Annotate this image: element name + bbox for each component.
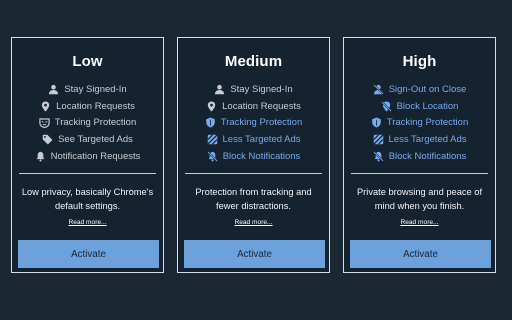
- feature-label: Stay Signed-In: [230, 83, 293, 95]
- tag-icon: [42, 134, 53, 145]
- feature-label: Location Requests: [222, 100, 301, 112]
- card-description: Low privacy, basically Chrome's default …: [21, 187, 154, 211]
- feature-item: Block Notifications: [344, 148, 495, 165]
- feature-label: Block Notifications: [222, 150, 301, 162]
- feature-label: Stay Signed-In: [64, 83, 127, 95]
- card-title: Medium: [224, 53, 283, 70]
- feature-label: Sign-Out on Close: [388, 83, 467, 95]
- user-icon: [48, 84, 59, 95]
- card-title: Low: [72, 53, 103, 70]
- feature-label: Tracking Protection: [54, 117, 137, 129]
- privacy-level-cards: Low Stay Signed-In Location Requests Tra…: [0, 0, 512, 320]
- feature-list: Stay Signed-In Location Requests Trackin…: [12, 81, 163, 164]
- shield-icon: [205, 117, 216, 128]
- card-high: High Sign-Out on Close Block Location Tr…: [343, 37, 496, 273]
- divider: [351, 173, 488, 174]
- card-low: Low Stay Signed-In Location Requests Tra…: [11, 37, 164, 273]
- card-title: High: [402, 53, 437, 70]
- card-description: Private browsing and peace of mind when …: [356, 187, 483, 211]
- card-medium: Medium Stay Signed-In Location Requests …: [177, 37, 330, 273]
- feature-item: Location Requests: [178, 98, 329, 115]
- location-pin-icon: [40, 101, 51, 112]
- feature-list: Sign-Out on Close Block Location Trackin…: [344, 81, 495, 164]
- read-more-link[interactable]: Read more...: [12, 219, 163, 226]
- feature-label: Tracking Protection: [386, 117, 469, 129]
- feature-item: Tracking Protection: [12, 114, 163, 131]
- activate-button-high[interactable]: Activate: [350, 240, 491, 268]
- location-slash-icon: [380, 100, 392, 112]
- feature-label: Location Requests: [56, 100, 135, 112]
- feature-item: Less Targeted Ads: [344, 131, 495, 148]
- user-slash-icon: [372, 84, 384, 95]
- feature-item: See Targeted Ads: [12, 131, 163, 148]
- feature-label: Block Notifications: [388, 150, 467, 162]
- divider: [19, 173, 156, 174]
- feature-item: Stay Signed-In: [178, 81, 329, 98]
- bell-icon: [35, 151, 46, 162]
- location-pin-icon: [206, 101, 217, 112]
- feature-item: Location Requests: [12, 98, 163, 115]
- feature-item: Tracking Protection: [178, 114, 329, 131]
- feature-item: Notification Requests: [12, 148, 163, 165]
- activate-button-medium[interactable]: Activate: [184, 240, 325, 268]
- feature-label: Less Targeted Ads: [388, 133, 467, 145]
- read-more-link[interactable]: Read more...: [178, 219, 329, 226]
- shield-icon: [371, 117, 382, 128]
- mask-icon: [39, 117, 50, 129]
- card-description: Protection from tracking and fewer distr…: [195, 187, 312, 211]
- striped-tag-icon: [206, 134, 218, 145]
- feature-item: Less Targeted Ads: [178, 131, 329, 148]
- feature-label: Notification Requests: [50, 150, 141, 162]
- feature-item: Tracking Protection: [344, 114, 495, 131]
- feature-label: Less Targeted Ads: [222, 133, 301, 145]
- feature-item: Block Notifications: [178, 148, 329, 165]
- user-icon: [214, 84, 225, 95]
- feature-label: Tracking Protection: [220, 117, 303, 129]
- activate-button-low[interactable]: Activate: [18, 240, 159, 268]
- feature-item: Sign-Out on Close: [344, 81, 495, 98]
- feature-label: Block Location: [396, 100, 459, 112]
- feature-item: Stay Signed-In: [12, 81, 163, 98]
- feature-label: See Targeted Ads: [58, 133, 133, 145]
- bell-slash-icon: [206, 150, 218, 162]
- feature-item: Block Location: [344, 98, 495, 115]
- read-more-link[interactable]: Read more...: [344, 219, 495, 226]
- feature-list: Stay Signed-In Location Requests Trackin…: [178, 81, 329, 164]
- striped-tag-icon: [372, 134, 384, 145]
- divider: [185, 173, 322, 174]
- bell-slash-icon: [372, 150, 384, 162]
